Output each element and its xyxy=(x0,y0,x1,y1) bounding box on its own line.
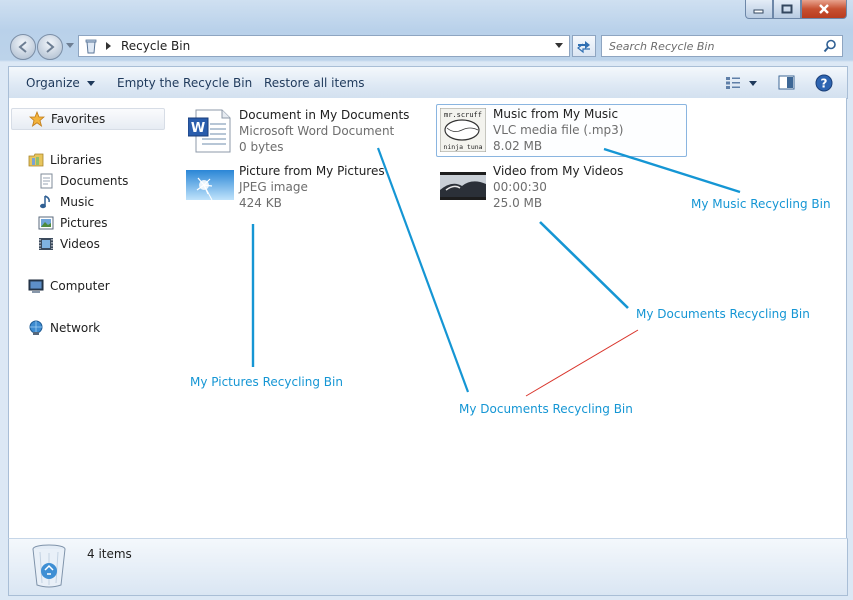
sidebar-label-videos: Videos xyxy=(60,237,100,251)
word-document-icon: W xyxy=(188,109,231,153)
network-icon xyxy=(29,320,43,335)
file-size: 25.0 MB xyxy=(493,196,543,210)
sidebar-item-documents[interactable]: Documents xyxy=(38,173,128,189)
breadcrumb-separator-icon xyxy=(106,42,111,50)
maximize-icon xyxy=(781,4,793,14)
svg-text:?: ? xyxy=(821,77,828,91)
file-size: 424 KB xyxy=(239,196,282,210)
file-size: 0 bytes xyxy=(239,140,284,154)
address-bar[interactable]: Recycle Bin xyxy=(78,35,570,57)
sidebar-label-libraries: Libraries xyxy=(50,153,102,167)
breadcrumb-recycle-bin[interactable]: Recycle Bin xyxy=(121,39,190,53)
sidebar-item-libraries[interactable]: Libraries xyxy=(28,152,102,168)
sidebar-item-music[interactable]: Music xyxy=(38,194,94,210)
star-icon xyxy=(29,111,45,127)
libraries-folder-icon xyxy=(28,153,44,167)
chevron-down-icon xyxy=(86,81,95,86)
recent-pages-chevron-icon[interactable] xyxy=(66,43,74,49)
annotation-pictures-bin: My Pictures Recycling Bin xyxy=(190,375,343,389)
file-type: JPEG image xyxy=(239,180,308,194)
minimize-button[interactable] xyxy=(745,0,773,19)
minimize-icon xyxy=(753,9,764,14)
view-menu-chevron-icon[interactable] xyxy=(749,81,757,87)
file-type: Microsoft Word Document xyxy=(239,124,395,138)
details-pane: 4 items xyxy=(8,538,848,596)
picture-thumbnail xyxy=(186,170,234,200)
file-name: Picture from My Pictures xyxy=(239,164,385,178)
caption-buttons xyxy=(745,0,847,19)
back-button[interactable] xyxy=(10,34,36,60)
file-name: Document in My Documents xyxy=(239,108,410,122)
sidebar-label-network: Network xyxy=(50,321,101,335)
recycle-bin-small-icon xyxy=(85,39,97,54)
close-icon xyxy=(819,4,829,14)
item-count: 4 items xyxy=(87,547,132,561)
search-input[interactable] xyxy=(602,36,821,56)
sidebar-label-computer: Computer xyxy=(50,279,110,293)
file-size: 8.02 MB xyxy=(493,139,543,153)
videos-film-icon xyxy=(39,238,53,250)
file-name: Video from My Videos xyxy=(493,164,624,178)
video-duration: 00:00:30 xyxy=(493,180,547,194)
sidebar-item-favorites[interactable]: Favorites xyxy=(11,108,165,130)
svg-text:ninja tuna: ninja tuna xyxy=(443,143,482,151)
back-arrow-icon xyxy=(18,41,27,53)
file-name: Music from My Music xyxy=(493,107,619,121)
preview-pane-icon xyxy=(778,75,795,90)
refresh-button[interactable] xyxy=(572,35,596,57)
address-history-chevron-icon[interactable] xyxy=(555,43,563,49)
help-button[interactable]: ? xyxy=(815,74,833,95)
annotation-music-bin: My Music Recycling Bin xyxy=(691,197,831,211)
annotation-documents-bin-right: My Documents Recycling Bin xyxy=(636,307,810,321)
pictures-icon xyxy=(38,216,54,230)
sidebar-item-computer[interactable]: Computer xyxy=(28,278,110,294)
change-view-button[interactable] xyxy=(725,76,741,93)
sidebar-label-favorites: Favorites xyxy=(51,112,106,126)
music-note-icon xyxy=(40,195,50,209)
file-item-video[interactable]: Video from My Videos 00:00:30 25.0 MB xyxy=(436,162,685,212)
svg-text:mr.scruff: mr.scruff xyxy=(444,111,482,119)
sidebar-label-documents: Documents xyxy=(60,174,129,188)
command-bar: Organize Empty the Recycle Bin Restore a… xyxy=(8,66,848,99)
maximize-button[interactable] xyxy=(773,0,801,19)
sidebar-label-music: Music xyxy=(60,195,95,209)
explorer-window: Recycle Bin Organize Empty the Recycle B… xyxy=(0,0,853,600)
file-item-document[interactable]: W Document in My Documents Microsoft Wor… xyxy=(184,106,414,156)
computer-icon xyxy=(28,279,44,293)
navigation-pane: Favorites Libraries Documents Music Pict… xyxy=(8,98,168,538)
video-thumbnail xyxy=(440,172,486,200)
forward-arrow-icon xyxy=(46,41,55,53)
sidebar-item-pictures[interactable]: Pictures xyxy=(38,215,108,231)
refresh-icon xyxy=(577,41,590,54)
file-item-music[interactable]: mr.scruff ninja tuna Music from My Music… xyxy=(436,104,687,157)
empty-recycle-bin-button[interactable]: Empty the Recycle Bin xyxy=(117,76,252,90)
help-icon: ? xyxy=(815,74,833,92)
restore-all-items-button[interactable]: Restore all items xyxy=(264,76,365,90)
address-row: Recycle Bin xyxy=(0,30,853,62)
sidebar-item-network[interactable]: Network xyxy=(28,320,100,336)
documents-icon xyxy=(40,173,53,189)
file-type: VLC media file (.mp3) xyxy=(493,123,624,137)
svg-text:W: W xyxy=(191,121,205,136)
sidebar-label-pictures: Pictures xyxy=(60,216,108,230)
close-button[interactable] xyxy=(801,0,847,19)
file-item-picture[interactable]: Picture from My Pictures JPEG image 424 … xyxy=(184,162,414,212)
organize-label: Organize xyxy=(26,76,80,90)
album-art-thumbnail: mr.scruff ninja tuna xyxy=(440,108,486,152)
sidebar-item-videos[interactable]: Videos xyxy=(38,236,100,252)
annotation-documents-bin-bottom: My Documents Recycling Bin xyxy=(459,402,633,416)
preview-pane-button[interactable] xyxy=(778,75,795,94)
search-icon[interactable] xyxy=(823,39,837,53)
recycle-bin-icon xyxy=(32,544,66,588)
forward-button[interactable] xyxy=(37,34,63,60)
view-options-icon xyxy=(726,77,740,89)
organize-button[interactable]: Organize xyxy=(26,76,95,90)
search-box[interactable] xyxy=(601,35,843,57)
